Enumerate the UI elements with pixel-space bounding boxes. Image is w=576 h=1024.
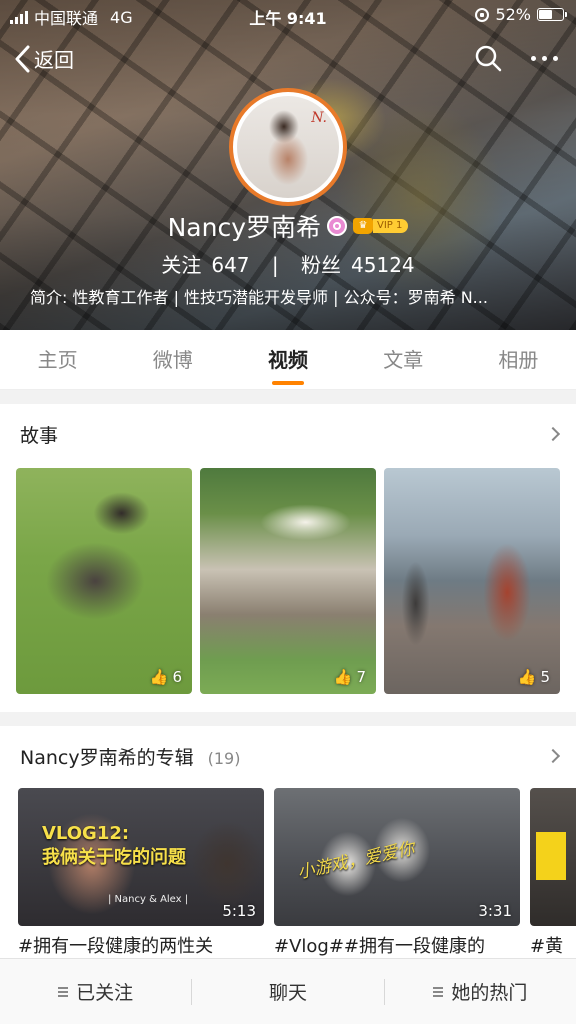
story-likes: 7 — [356, 668, 366, 686]
profile-stats: 关注 647 | 粉丝 45124 — [0, 249, 576, 278]
follow-count: 647 — [211, 253, 250, 277]
profile-name-row: Nancy罗南希 ♛ VIP 1 — [0, 208, 576, 244]
back-label: 返回 — [34, 48, 74, 72]
chat-button[interactable]: 聊天 — [192, 978, 383, 1005]
video-duration: 5:13 — [222, 902, 256, 920]
video-title: #Vlog##拥有一段健康的 — [274, 936, 485, 957]
status-bar: 中国联通 4G 上午 9:41 52% — [0, 0, 576, 30]
story-thumbnail[interactable]: 👍 7 — [200, 468, 376, 694]
video-card[interactable]: #黄 — [530, 788, 576, 958]
album-count: (19) — [207, 748, 241, 768]
tab-articles[interactable]: 文章 — [346, 330, 461, 389]
video-overlay-text: VLOG12: 我俩关于吃的问题 — [42, 823, 186, 868]
tab-video[interactable]: 视频 — [230, 330, 345, 389]
more-button[interactable] — [531, 56, 558, 61]
profile-name: Nancy罗南希 — [167, 213, 322, 242]
vip-badge[interactable]: ♛ VIP 1 — [353, 218, 409, 234]
chevron-left-icon — [15, 45, 30, 72]
story-thumbnail[interactable]: 👍 6 — [16, 468, 192, 694]
battery-level — [539, 10, 552, 19]
profile-bio[interactable]: 简介: 性教育工作者 | 性技巧潜能开发导师 | 公众号：罗南希 N... — [30, 284, 550, 308]
followed-button[interactable]: 已关注 — [0, 978, 191, 1005]
video-overlay-subtext: | Nancy & Alex | — [108, 894, 189, 905]
avatar[interactable]: N. — [229, 88, 347, 206]
follow-stat[interactable]: 关注 647 — [161, 253, 249, 277]
story-title: 故事 — [20, 424, 59, 447]
back-button[interactable]: 返回 — [14, 44, 74, 73]
chevron-right-icon — [545, 748, 561, 764]
bottom-action-bar: 已关注 聊天 她的热门 — [0, 958, 576, 1024]
crown-icon: ♛ — [353, 218, 374, 234]
search-button[interactable] — [474, 44, 502, 76]
hot-posts-label: 她的热门 — [451, 982, 528, 1004]
video-title: #黄 — [530, 936, 564, 957]
thumbs-up-icon: 👍 — [333, 668, 353, 686]
vip-label: VIP 1 — [373, 219, 409, 233]
menu-icon — [58, 986, 69, 997]
video-overlay-text: 小游戏，爱爱你 — [295, 838, 417, 884]
avatar-watermark: N. — [311, 110, 327, 126]
video-duration: 3:31 — [478, 902, 512, 920]
video-card[interactable]: VLOG12: 我俩关于吃的问题 | Nancy & Alex | 5:13 #… — [18, 788, 264, 958]
album-section: Nancy罗南希的专辑 (19) VLOG12: 我俩关于吃的问题 | Nancy… — [0, 726, 576, 958]
battery-icon — [537, 8, 567, 21]
top-nav: 返回 — [0, 38, 576, 82]
thumbs-up-icon: 👍 — [517, 668, 537, 686]
chat-label: 聊天 — [268, 982, 307, 1004]
fans-stat[interactable]: 粉丝 45124 — [301, 253, 415, 277]
album-title: Nancy罗南希的专辑 — [20, 746, 194, 769]
more-icon — [531, 56, 536, 61]
video-card[interactable]: 小游戏，爱爱你 3:31 #Vlog##拥有一段健康的 — [274, 788, 520, 958]
hot-posts-button[interactable]: 她的热门 — [385, 978, 576, 1005]
video-thumbnail: 小游戏，爱爱你 3:31 — [274, 788, 520, 926]
search-icon — [475, 45, 502, 72]
story-likes: 6 — [172, 668, 182, 686]
chevron-right-icon — [545, 426, 561, 442]
fans-count: 45124 — [351, 253, 415, 277]
tab-weibo[interactable]: 微博 — [115, 330, 230, 389]
video-title: #拥有一段健康的两性关 — [18, 936, 214, 957]
story-likes: 5 — [540, 668, 550, 686]
tab-album[interactable]: 相册 — [461, 330, 576, 389]
video-thumbnail: VLOG12: 我俩关于吃的问题 | Nancy & Alex | 5:13 — [18, 788, 264, 926]
album-header[interactable]: Nancy罗南希的专辑 (19) — [0, 726, 576, 786]
thumbs-up-icon: 👍 — [149, 668, 169, 686]
story-thumbnail[interactable]: 👍 5 — [384, 468, 560, 694]
rotation-lock-icon — [475, 7, 490, 22]
menu-icon — [433, 986, 444, 997]
profile-tabs: 主页 微博 视频 文章 相册 — [0, 330, 576, 390]
verified-badge-icon[interactable] — [327, 216, 348, 236]
story-section: 故事 👍 6 👍 7 👍 5 — [0, 404, 576, 712]
tab-home[interactable]: 主页 — [0, 330, 115, 389]
story-header[interactable]: 故事 — [0, 404, 576, 464]
video-thumbnail — [530, 788, 576, 926]
stats-divider: | — [271, 253, 279, 277]
battery-percent: 52% — [495, 5, 531, 24]
followed-label: 已关注 — [76, 982, 134, 1004]
